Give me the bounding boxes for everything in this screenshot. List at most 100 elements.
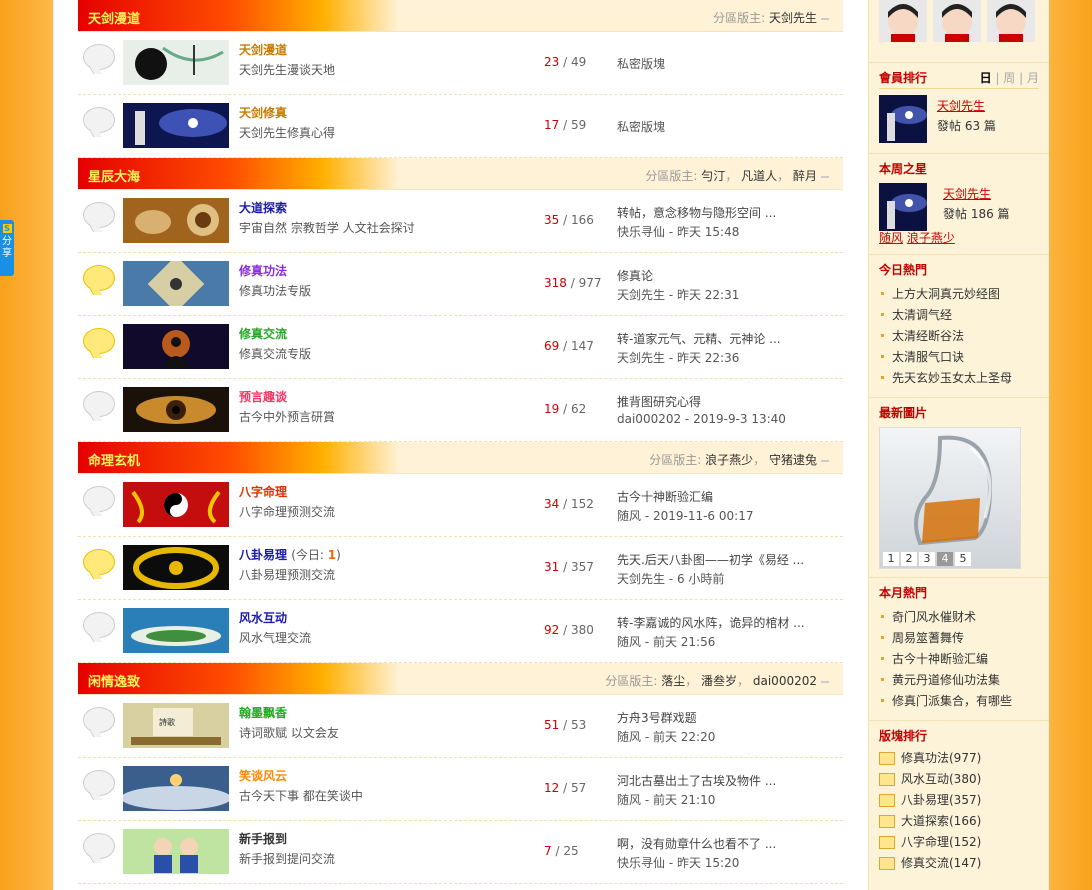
- forum-thumbnail[interactable]: [123, 545, 229, 590]
- category-title[interactable]: 闲情逸致: [88, 671, 140, 690]
- last-post-title[interactable]: 修真论: [617, 267, 653, 284]
- forum-thumbnail[interactable]: [123, 198, 229, 243]
- pic-page-3[interactable]: 3: [919, 552, 935, 566]
- last-post-title[interactable]: 啊，没有勋章什么也看不了 ...: [617, 835, 776, 852]
- forum-thumbnail[interactable]: [123, 766, 229, 811]
- last-post-meta[interactable]: dai000202 - 2019-9-3 13:40: [617, 412, 786, 426]
- pic-page-1[interactable]: 1: [883, 552, 899, 566]
- pic-page-4[interactable]: 4: [937, 552, 953, 566]
- forum-thumbnail[interactable]: [123, 261, 229, 306]
- hot-today-item[interactable]: 上方大洞真元妙经图: [879, 284, 1039, 305]
- tab-day[interactable]: 日: [980, 71, 992, 85]
- board-rank-item[interactable]: 风水互动(380): [879, 769, 1039, 790]
- last-post-meta[interactable]: 随风 - 前天 21:56: [617, 633, 715, 650]
- forum-name-line: 八卦易理 (今日: 1): [239, 546, 341, 563]
- board-rank-item[interactable]: 修真交流(147): [879, 853, 1039, 874]
- forum-thumbnail[interactable]: [123, 608, 229, 653]
- last-post-meta[interactable]: 快乐寻仙 - 昨天 15:20: [617, 854, 739, 871]
- last-post-meta[interactable]: 随风 - 2019-11-6 00:17: [617, 507, 753, 524]
- board-rank-item[interactable]: 大道探索(166): [879, 811, 1039, 832]
- moderator-link[interactable]: 潘叁岁: [701, 674, 737, 688]
- category-title[interactable]: 命理玄机: [88, 450, 140, 469]
- rank-user-name[interactable]: 天剑先生: [937, 99, 985, 113]
- hot-today-item[interactable]: 太清调气经: [879, 305, 1039, 326]
- share-tab[interactable]: S 分享: [0, 220, 14, 276]
- last-post-title[interactable]: 转帖，意念移物与隐形空间 ...: [617, 204, 776, 221]
- week-star-name[interactable]: 天剑先生: [943, 187, 991, 201]
- moderator-link[interactable]: 浪子燕少: [705, 453, 753, 467]
- hot-month-item[interactable]: 黄元丹道修仙功法集: [879, 670, 1039, 691]
- forum-thumbnail[interactable]: [123, 482, 229, 527]
- last-post-meta[interactable]: 随风 - 前天 22:20: [617, 728, 715, 745]
- hot-today-item[interactable]: 太清服气口诀: [879, 347, 1039, 368]
- new-posts-icon: [83, 549, 115, 575]
- forum-name-link[interactable]: 天剑修真: [239, 106, 287, 120]
- last-post-meta[interactable]: 天剑先生 - 昨天 22:36: [617, 349, 739, 366]
- moderator-link[interactable]: 天剑先生: [769, 11, 817, 25]
- moderator-link[interactable]: 守猪逮兔: [769, 453, 817, 467]
- moderator-link[interactable]: 凡道人: [741, 169, 777, 183]
- last-post-title[interactable]: 方舟3号群戏题: [617, 709, 697, 726]
- hot-month-item[interactable]: 奇门风水催财术: [879, 607, 1039, 628]
- hot-month-item[interactable]: 古今十神断验汇编: [879, 649, 1039, 670]
- last-post-meta[interactable]: 天剑先生 - 昨天 22:31: [617, 286, 739, 303]
- forum-name-link[interactable]: 翰墨飘香: [239, 706, 287, 720]
- board-rank-item[interactable]: 修真功法(977): [879, 748, 1039, 769]
- hot-month-item[interactable]: 周易筮蓍舞传: [879, 628, 1039, 649]
- last-post-meta[interactable]: 随风 - 前天 21:10: [617, 791, 715, 808]
- board-rank-item[interactable]: 八卦易理(357): [879, 790, 1039, 811]
- pic-page-2[interactable]: 2: [901, 552, 917, 566]
- hot-today-item[interactable]: 太清经断谷法: [879, 326, 1039, 347]
- forum-name-link[interactable]: 新手报到: [239, 832, 287, 846]
- post-count: 53: [570, 718, 587, 732]
- no-new-posts-icon: [83, 833, 115, 859]
- avatar-icons[interactable]: [879, 0, 1049, 45]
- forum-thumbnail[interactable]: [123, 829, 229, 874]
- galaxy-avatar[interactable]: [879, 183, 927, 231]
- moderator-link[interactable]: 落尘: [661, 674, 685, 688]
- forum-name-link[interactable]: 八卦易理: [239, 548, 287, 562]
- tab-month[interactable]: 月: [1027, 71, 1039, 85]
- moderator-link[interactable]: 醉月: [793, 169, 817, 183]
- pic-page-5[interactable]: 5: [955, 552, 971, 566]
- board-rank-item[interactable]: 八字命理(152): [879, 832, 1039, 853]
- collapse-icon[interactable]: [821, 175, 829, 178]
- collapse-icon[interactable]: [821, 459, 829, 462]
- hot-month-item[interactable]: 修真门派集合，有哪些: [879, 691, 1039, 712]
- last-post-title[interactable]: 先天.后天八卦图——初学《易经 ...: [617, 551, 804, 568]
- forum-thumbnail[interactable]: [123, 387, 229, 432]
- galaxy-avatar[interactable]: [879, 95, 927, 143]
- tab-week[interactable]: 周: [1003, 71, 1015, 85]
- forum-thumbnail[interactable]: [123, 324, 229, 369]
- last-post-title[interactable]: 古今十神断验汇编: [617, 488, 713, 505]
- no-new-posts-icon: [83, 486, 115, 512]
- category-title[interactable]: 天剑漫道: [88, 8, 140, 27]
- week-star-other[interactable]: 随风: [879, 231, 903, 245]
- last-post-title[interactable]: 转-李嘉诚的风水阵，诡异的棺材 ...: [617, 614, 805, 631]
- forum-name-link[interactable]: 大道探索: [239, 201, 287, 215]
- forum-thumbnail[interactable]: [123, 103, 229, 148]
- hot-today-item[interactable]: 先天玄妙玉女太上圣母: [879, 368, 1039, 389]
- last-post-title[interactable]: 转-道家元气、元精、元神论 ...: [617, 330, 781, 347]
- moderator-link[interactable]: dai000202: [753, 674, 817, 688]
- collapse-icon[interactable]: [821, 17, 829, 20]
- forum-name-link[interactable]: 修真交流: [239, 327, 287, 341]
- forum-name-link[interactable]: 笑谈风云: [239, 769, 287, 783]
- no-new-posts-icon: [83, 612, 115, 638]
- moderator-link[interactable]: 勻汀: [701, 169, 725, 183]
- last-post-title[interactable]: 河北古墓出土了古埃及物件 ...: [617, 772, 776, 789]
- forum-thumbnail[interactable]: 詩歌: [123, 703, 229, 748]
- forum-name-link[interactable]: 修真功法: [239, 264, 287, 278]
- week-star-other[interactable]: 浪子燕少: [907, 231, 955, 245]
- forum-thumbnail[interactable]: [123, 40, 229, 85]
- forum-name-link[interactable]: 天剑漫道: [239, 43, 287, 57]
- forum-name-link[interactable]: 预言趣谈: [239, 390, 287, 404]
- collapse-icon[interactable]: [821, 680, 829, 683]
- new-pic-image[interactable]: 12345: [879, 427, 1021, 569]
- last-post-meta[interactable]: 天剑先生 - 6 小時前: [617, 570, 724, 587]
- last-post-meta[interactable]: 快乐寻仙 - 昨天 15:48: [617, 223, 739, 240]
- forum-name-link[interactable]: 八字命理: [239, 485, 287, 499]
- last-post-title[interactable]: 推背图研究心得: [617, 393, 701, 410]
- forum-name-link[interactable]: 风水互动: [239, 611, 287, 625]
- category-title[interactable]: 星辰大海: [88, 166, 140, 185]
